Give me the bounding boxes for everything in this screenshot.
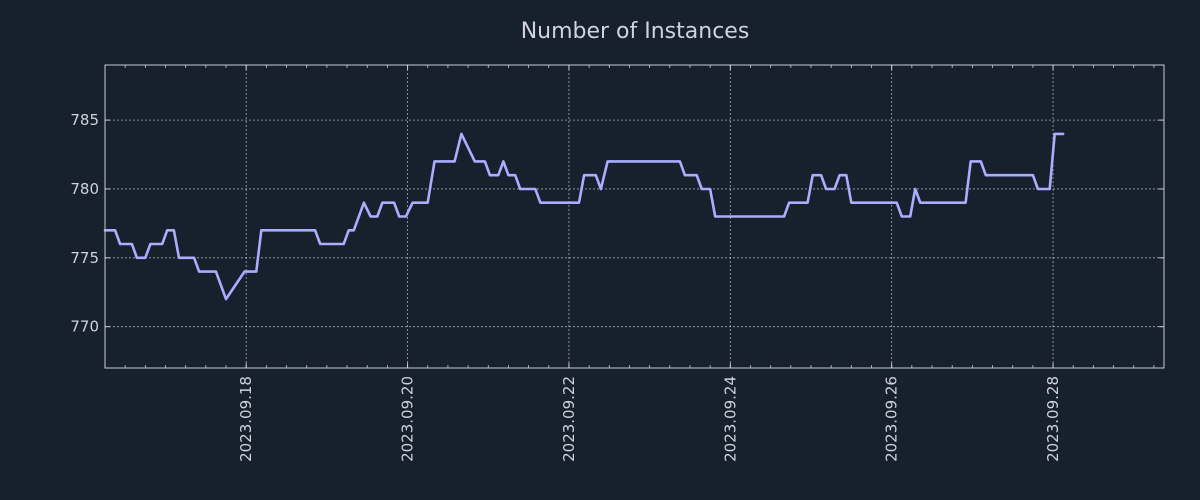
x-tick-label: 2023.09.24 [721, 376, 739, 462]
y-tick-label: 770 [70, 318, 99, 336]
x-tick-label: 2023.09.18 [237, 376, 255, 462]
y-tick-label: 785 [70, 111, 99, 129]
y-tick-label: 775 [70, 249, 99, 267]
chart-background [0, 0, 1200, 500]
x-tick-label: 2023.09.22 [560, 376, 578, 462]
x-tick-label: 2023.09.20 [399, 376, 417, 462]
chart-title: Number of Instances [521, 19, 750, 44]
instances-line-chart: Number of Instances 770 775 780 785 2023.09.… [0, 0, 1200, 500]
x-tick-label: 2023.09.28 [1044, 376, 1062, 462]
y-tick-label: 780 [70, 180, 99, 198]
x-tick-label: 2023.09.26 [883, 376, 901, 462]
